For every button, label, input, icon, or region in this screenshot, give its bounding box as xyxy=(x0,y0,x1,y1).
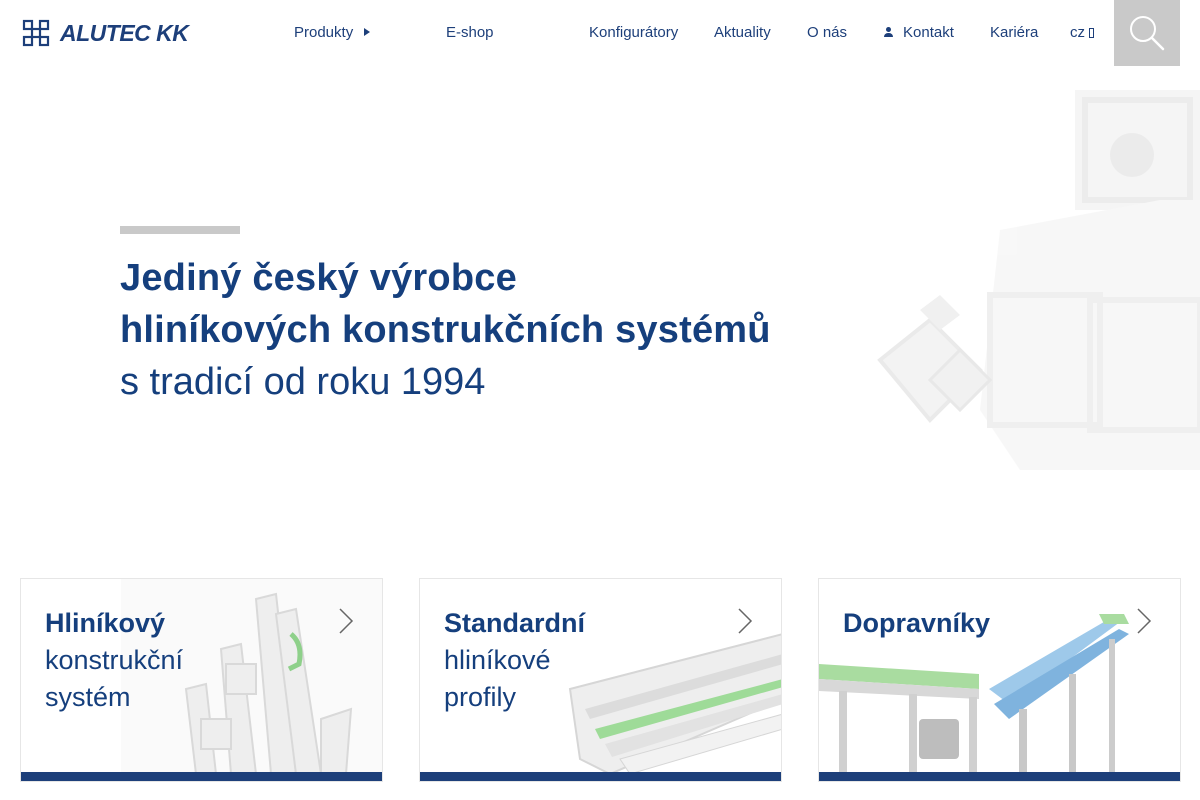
language-label: cz xyxy=(1070,24,1085,41)
main-nav: Produkty E-shop Konfigurátory Aktuality … xyxy=(0,0,1200,66)
nav-item-aktuality[interactable]: Aktuality xyxy=(714,24,771,42)
language-switcher[interactable]: cz xyxy=(1070,24,1094,42)
nav-item-produkty[interactable]: Produkty xyxy=(294,24,371,42)
hero-background-image xyxy=(877,90,1200,470)
card-title-line-3: systém xyxy=(45,682,131,712)
nav-item-o-nas[interactable]: O nás xyxy=(807,24,847,42)
card-footer-bar xyxy=(819,772,1180,781)
hero-subtitle: s tradicí od roku 1994 xyxy=(120,361,486,403)
card-title: Dopravníky xyxy=(843,605,990,642)
hero-title-line-1: Jediný český výrobce xyxy=(120,257,517,299)
nav-item-eshop[interactable]: E-shop xyxy=(446,24,494,42)
nav-item-kariera[interactable]: Kariéra xyxy=(990,24,1038,42)
card-dopravniky[interactable]: Dopravníky xyxy=(818,578,1181,782)
nav-label-kontakt: Kontakt xyxy=(903,24,954,41)
site-header: ALUTEC KK Produkty E-shop Konfigurátory … xyxy=(0,0,1200,66)
card-title-bold: Hliníkový xyxy=(45,608,166,638)
hero-title-line-2: hliníkových konstrukčních systémů xyxy=(120,309,771,351)
card-hlinikovy-konstrukcni-system[interactable]: Hliníkový konstrukční systém xyxy=(20,578,383,782)
user-icon xyxy=(884,27,893,37)
caret-right-icon xyxy=(364,28,371,36)
chevron-right-icon xyxy=(738,608,753,634)
card-footer-bar xyxy=(420,772,781,781)
card-title-line-3: profily xyxy=(444,682,517,712)
hero-title: Jediný český výrobce hliníkových konstru… xyxy=(120,252,860,408)
chevron-right-icon xyxy=(1137,608,1152,634)
search-button[interactable] xyxy=(1114,0,1180,66)
card-title-line-2: hliníkové xyxy=(444,645,551,675)
nav-item-kontakt[interactable]: Kontakt xyxy=(884,24,954,42)
card-title-line-2: konstrukční xyxy=(45,645,184,675)
chevron-right-icon xyxy=(339,608,354,634)
nav-item-konfiguratory[interactable]: Konfigurátory xyxy=(589,24,678,42)
card-title-bold: Dopravníky xyxy=(843,608,991,638)
dropdown-glyph-icon xyxy=(1089,28,1094,38)
card-standardni-hlinikove-profily[interactable]: Standardní hliníkové profily xyxy=(419,578,782,782)
card-title-bold: Standardní xyxy=(444,608,586,638)
nav-label-produkty: Produkty xyxy=(294,24,354,41)
search-icon xyxy=(1130,16,1165,51)
hero-accent-bar xyxy=(120,226,240,234)
card-footer-bar xyxy=(21,772,382,781)
card-title: Standardní hliníkové profily xyxy=(444,605,585,716)
card-title: Hliníkový konstrukční systém xyxy=(45,605,183,716)
